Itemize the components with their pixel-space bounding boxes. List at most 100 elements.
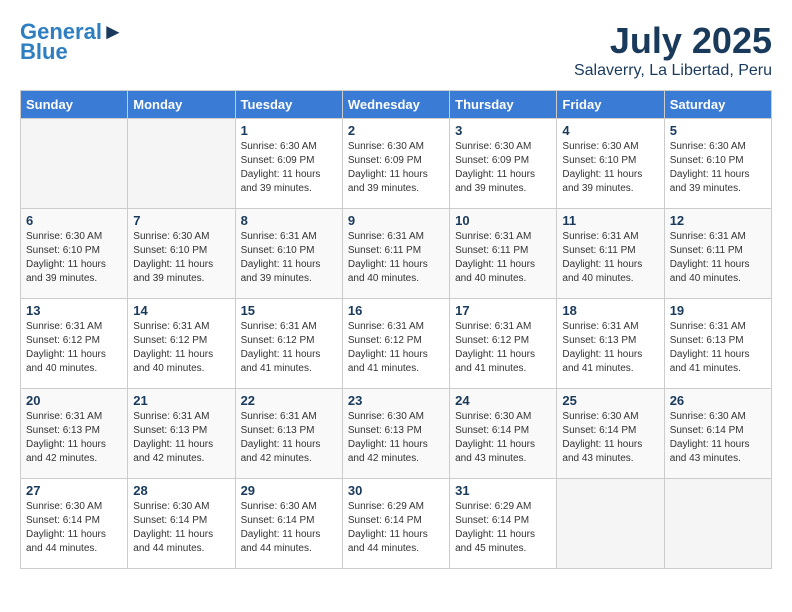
day-info: Sunrise: 6:30 AM Sunset: 6:10 PM Dayligh…: [562, 140, 658, 196]
calendar-cell: 24 Sunrise: 6:30 AM Sunset: 6:14 PM Dayli…: [450, 389, 557, 479]
week-row-1: 1 Sunrise: 6:30 AM Sunset: 6:09 PM Daylig…: [21, 119, 772, 209]
day-info: Sunrise: 6:30 AM Sunset: 6:14 PM Dayligh…: [562, 410, 658, 466]
calendar-cell: 27 Sunrise: 6:30 AM Sunset: 6:14 PM Dayli…: [21, 479, 128, 569]
calendar-cell: 12Sunrise: 6:31 AM Sunset: 6:11 PM Dayli…: [664, 209, 771, 299]
day-info: Sunrise: 6:30 AM Sunset: 6:09 PM Dayligh…: [348, 140, 444, 196]
calendar-cell: 9 Sunrise: 6:31 AM Sunset: 6:11 PM Daylig…: [342, 209, 449, 299]
calendar-cell: 17 Sunrise: 6:31 AM Sunset: 6:12 PM Dayli…: [450, 299, 557, 389]
col-header-sunday: Sunday: [21, 91, 128, 119]
day-number: 25: [562, 393, 658, 408]
calendar-cell: 7 Sunrise: 6:30 AM Sunset: 6:10 PM Daylig…: [128, 209, 235, 299]
calendar-cell: 13 Sunrise: 6:31 AM Sunset: 6:12 PM Dayli…: [21, 299, 128, 389]
day-number: 13: [26, 303, 122, 318]
col-header-friday: Friday: [557, 91, 664, 119]
calendar-cell: 26 Sunrise: 6:30 AM Sunset: 6:14 PM Dayli…: [664, 389, 771, 479]
day-info: Sunrise: 6:31 AM Sunset: 6:12 PM Dayligh…: [455, 320, 551, 376]
day-number: 23: [348, 393, 444, 408]
calendar-cell: 21Sunrise: 6:31 AM Sunset: 6:13 PM Dayli…: [128, 389, 235, 479]
day-number: 1: [241, 123, 337, 138]
title-area: July 2025 Salaverry, La Libertad, Peru: [574, 20, 772, 80]
day-number: 26: [670, 393, 766, 408]
day-number: 31: [455, 483, 551, 498]
col-header-tuesday: Tuesday: [235, 91, 342, 119]
col-header-thursday: Thursday: [450, 91, 557, 119]
day-number: 6: [26, 213, 122, 228]
day-info: Sunrise: 6:31 AM Sunset: 6:11 PM Dayligh…: [670, 230, 766, 286]
day-info: Sunrise: 6:30 AM Sunset: 6:14 PM Dayligh…: [133, 500, 229, 556]
day-number: 18: [562, 303, 658, 318]
day-number: 2: [348, 123, 444, 138]
week-row-4: 20 Sunrise: 6:31 AM Sunset: 6:13 PM Dayli…: [21, 389, 772, 479]
day-number: 4: [562, 123, 658, 138]
day-info: Sunrise: 6:30 AM Sunset: 6:13 PM Dayligh…: [348, 410, 444, 466]
location: Salaverry, La Libertad, Peru: [574, 62, 772, 80]
day-number: 20: [26, 393, 122, 408]
day-number: 16: [348, 303, 444, 318]
day-info: Sunrise: 6:31 AM Sunset: 6:11 PM Dayligh…: [455, 230, 551, 286]
day-info: Sunrise: 6:30 AM Sunset: 6:14 PM Dayligh…: [241, 500, 337, 556]
calendar-cell: 8Sunrise: 6:31 AM Sunset: 6:10 PM Daylig…: [235, 209, 342, 299]
col-header-wednesday: Wednesday: [342, 91, 449, 119]
day-info: Sunrise: 6:31 AM Sunset: 6:12 PM Dayligh…: [26, 320, 122, 376]
day-info: Sunrise: 6:31 AM Sunset: 6:13 PM Dayligh…: [241, 410, 337, 466]
day-info: Sunrise: 6:31 AM Sunset: 6:13 PM Dayligh…: [26, 410, 122, 466]
day-number: 15: [241, 303, 337, 318]
day-info: Sunrise: 6:30 AM Sunset: 6:09 PM Dayligh…: [241, 140, 337, 196]
header: General► Blue July 2025 Salaverry, La Li…: [20, 20, 772, 80]
day-number: 27: [26, 483, 122, 498]
calendar-cell: 19 Sunrise: 6:31 AM Sunset: 6:13 PM Dayli…: [664, 299, 771, 389]
day-info: Sunrise: 6:31 AM Sunset: 6:13 PM Dayligh…: [133, 410, 229, 466]
calendar-cell: 1 Sunrise: 6:30 AM Sunset: 6:09 PM Daylig…: [235, 119, 342, 209]
day-number: 24: [455, 393, 551, 408]
day-number: 3: [455, 123, 551, 138]
day-number: 7: [133, 213, 229, 228]
month-year: July 2025: [574, 20, 772, 62]
calendar-cell: 16 Sunrise: 6:31 AM Sunset: 6:12 PM Dayli…: [342, 299, 449, 389]
calendar-cell: 20 Sunrise: 6:31 AM Sunset: 6:13 PM Dayli…: [21, 389, 128, 479]
week-row-2: 6 Sunrise: 6:30 AM Sunset: 6:10 PM Daylig…: [21, 209, 772, 299]
calendar-cell: 23 Sunrise: 6:30 AM Sunset: 6:13 PM Dayli…: [342, 389, 449, 479]
day-number: 22: [241, 393, 337, 408]
calendar-cell: [557, 479, 664, 569]
calendar-cell: 18Sunrise: 6:31 AM Sunset: 6:13 PM Dayli…: [557, 299, 664, 389]
day-info: Sunrise: 6:31 AM Sunset: 6:13 PM Dayligh…: [670, 320, 766, 376]
day-info: Sunrise: 6:31 AM Sunset: 6:11 PM Dayligh…: [562, 230, 658, 286]
day-info: Sunrise: 6:30 AM Sunset: 6:14 PM Dayligh…: [26, 500, 122, 556]
calendar-cell: 14 Sunrise: 6:31 AM Sunset: 6:12 PM Dayli…: [128, 299, 235, 389]
day-number: 17: [455, 303, 551, 318]
day-number: 9: [348, 213, 444, 228]
calendar-cell: 30Sunrise: 6:29 AM Sunset: 6:14 PM Dayli…: [342, 479, 449, 569]
col-header-saturday: Saturday: [664, 91, 771, 119]
calendar-cell: 5Sunrise: 6:30 AM Sunset: 6:10 PM Daylig…: [664, 119, 771, 209]
calendar-cell: 28 Sunrise: 6:30 AM Sunset: 6:14 PM Dayli…: [128, 479, 235, 569]
calendar-cell: 22 Sunrise: 6:31 AM Sunset: 6:13 PM Dayli…: [235, 389, 342, 479]
day-info: Sunrise: 6:31 AM Sunset: 6:12 PM Dayligh…: [348, 320, 444, 376]
day-info: Sunrise: 6:31 AM Sunset: 6:11 PM Dayligh…: [348, 230, 444, 286]
calendar-cell: 25 Sunrise: 6:30 AM Sunset: 6:14 PM Dayli…: [557, 389, 664, 479]
day-info: Sunrise: 6:30 AM Sunset: 6:14 PM Dayligh…: [670, 410, 766, 466]
day-info: Sunrise: 6:31 AM Sunset: 6:12 PM Dayligh…: [241, 320, 337, 376]
day-info: Sunrise: 6:29 AM Sunset: 6:14 PM Dayligh…: [348, 500, 444, 556]
calendar-cell: 10 Sunrise: 6:31 AM Sunset: 6:11 PM Dayli…: [450, 209, 557, 299]
calendar-cell: 6Sunrise: 6:30 AM Sunset: 6:10 PM Daylig…: [21, 209, 128, 299]
day-number: 10: [455, 213, 551, 228]
calendar-table: SundayMondayTuesdayWednesdayThursdayFrid…: [20, 90, 772, 569]
day-info: Sunrise: 6:30 AM Sunset: 6:10 PM Dayligh…: [133, 230, 229, 286]
day-number: 28: [133, 483, 229, 498]
week-row-5: 27 Sunrise: 6:30 AM Sunset: 6:14 PM Dayli…: [21, 479, 772, 569]
logo: General► Blue: [20, 20, 124, 64]
calendar-cell: [128, 119, 235, 209]
calendar-cell: 11 Sunrise: 6:31 AM Sunset: 6:11 PM Dayli…: [557, 209, 664, 299]
day-number: 14: [133, 303, 229, 318]
day-info: Sunrise: 6:30 AM Sunset: 6:14 PM Dayligh…: [455, 410, 551, 466]
day-info: Sunrise: 6:31 AM Sunset: 6:12 PM Dayligh…: [133, 320, 229, 376]
day-number: 19: [670, 303, 766, 318]
day-number: 11: [562, 213, 658, 228]
calendar-cell: 29Sunrise: 6:30 AM Sunset: 6:14 PM Dayli…: [235, 479, 342, 569]
day-number: 5: [670, 123, 766, 138]
calendar-cell: 2 Sunrise: 6:30 AM Sunset: 6:09 PM Daylig…: [342, 119, 449, 209]
day-info: Sunrise: 6:29 AM Sunset: 6:14 PM Dayligh…: [455, 500, 551, 556]
calendar-cell: 15 Sunrise: 6:31 AM Sunset: 6:12 PM Dayli…: [235, 299, 342, 389]
calendar-cell: [21, 119, 128, 209]
calendar-cell: [664, 479, 771, 569]
